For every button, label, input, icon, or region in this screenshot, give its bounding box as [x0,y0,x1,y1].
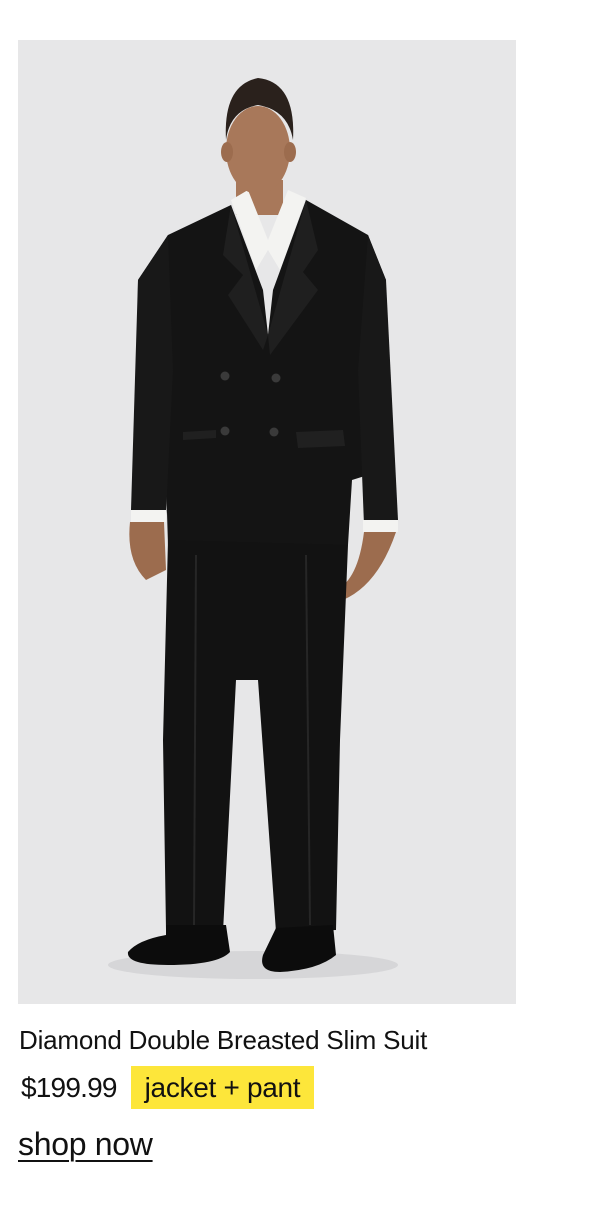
left-shoe [127,925,230,965]
left-cuff [131,510,166,522]
head [226,106,290,194]
pocket-flap [296,430,345,448]
button [271,373,281,383]
shop-now-link[interactable]: shop now [18,1122,153,1166]
product-card: Diamond Double Breasted Slim Suit $199.9… [0,0,600,1227]
right-cuff [363,520,398,532]
product-price: $199.99 [21,1072,117,1103]
button [220,426,230,436]
product-title[interactable]: Diamond Double Breasted Slim Suit [19,1022,427,1058]
ear [284,142,296,162]
bundle-badge: jacket + pant [130,1066,315,1109]
price-row: $199.99 jacket + pant [21,1066,315,1109]
button [269,427,279,437]
trousers [163,540,348,932]
left-hand [129,522,166,580]
ear [221,142,233,162]
left-sleeve [131,235,173,515]
model-illustration [108,78,398,979]
product-image[interactable] [18,40,516,1004]
button [220,371,230,381]
